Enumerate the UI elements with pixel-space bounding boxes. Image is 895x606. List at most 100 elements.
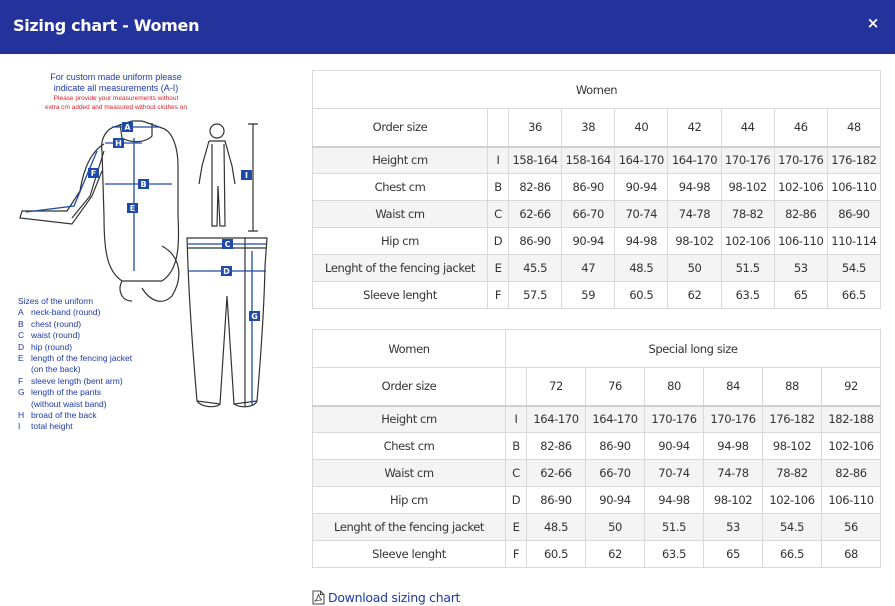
size-header: 46 <box>773 108 828 148</box>
legend-item: Itotal height <box>18 421 132 432</box>
marker-c: C <box>225 240 231 249</box>
modal-title: Sizing chart - Women <box>13 16 200 35</box>
measurement-code: D <box>505 486 527 514</box>
size-value: 82-86 <box>821 459 881 487</box>
marker-f: F <box>91 169 96 178</box>
marker-h: H <box>115 139 122 148</box>
legend-key: F <box>18 375 24 386</box>
size-value: 176-182 <box>826 146 882 174</box>
size-value: 54.5 <box>762 513 822 541</box>
uniform-measurement-illustration: A H F B E I C D G For custom made unifor… <box>12 66 297 436</box>
size-value: 56 <box>821 513 881 541</box>
measurement-label: Sleeve lenght <box>312 281 488 309</box>
size-header: 84 <box>703 367 763 407</box>
code-header <box>505 367 527 407</box>
measurement-label: Height cm <box>312 146 488 174</box>
size-value: 57.5 <box>507 281 563 309</box>
measurement-label: Waist cm <box>312 459 506 487</box>
size-value: 53 <box>773 254 828 282</box>
close-button[interactable]: × <box>865 14 881 32</box>
size-value: 164-170 <box>614 146 669 174</box>
size-value: 164-170 <box>667 146 722 174</box>
size-value: 66-70 <box>585 459 645 487</box>
table-row: Height cm I 164-170 164-170 170-176 170-176 17… <box>312 405 881 433</box>
size-value: 62 <box>585 540 645 568</box>
size-header: 72 <box>526 367 586 407</box>
table-row: Height cm I 158-164 158-164 164-170 164-170 17… <box>312 146 882 174</box>
legend-item: (without waist band) <box>18 399 132 410</box>
size-value: 70-74 <box>614 200 669 228</box>
measurement-code: B <box>505 432 527 460</box>
size-value: 60.5 <box>614 281 669 309</box>
size-value: 182-188 <box>821 405 881 433</box>
legend-text: broad of the back <box>31 410 97 421</box>
table-row: Chest cm B 82-86 86-90 90-94 94-98 98-102 102-1… <box>312 432 881 460</box>
size-value: 98-102 <box>720 173 775 201</box>
size-value: 86-90 <box>507 227 563 255</box>
size-value: 164-170 <box>526 405 586 433</box>
measurement-legend: Sizes of the uniform Aneck-band (round) B… <box>18 296 132 433</box>
size-header: 36 <box>507 108 563 148</box>
size-header: 76 <box>585 367 645 407</box>
size-value: 98-102 <box>762 432 822 460</box>
size-value: 90-94 <box>561 227 616 255</box>
legend-text: hip (round) <box>31 341 73 352</box>
size-value: 68 <box>821 540 881 568</box>
measurement-code: E <box>505 513 527 541</box>
measurement-label: Sleeve lenght <box>312 540 506 568</box>
size-value: 65 <box>773 281 828 309</box>
measurement-code: I <box>505 405 527 433</box>
size-value: 170-176 <box>720 146 775 174</box>
size-value: 82-86 <box>773 200 828 228</box>
size-value: 48.5 <box>526 513 586 541</box>
size-header: 40 <box>614 108 669 148</box>
table-row: Lenght of the fencing jacket E 45.5 47 48.5 5… <box>312 254 882 282</box>
special-long-size-caption: Special long size <box>505 329 881 368</box>
legend-text: total height <box>31 421 73 432</box>
table-caption: Women <box>312 329 506 368</box>
size-value: 66.5 <box>762 540 822 568</box>
measurement-code: C <box>487 200 509 228</box>
table-row: Waist cm C 62-66 66-70 70-74 74-78 78-82 82-86 <box>312 459 881 487</box>
size-value: 158-164 <box>561 146 616 174</box>
size-value: 70-74 <box>644 459 704 487</box>
size-value: 158-164 <box>507 146 563 174</box>
code-header <box>487 108 509 148</box>
table-row: Sleeve lenght F 57.5 59 60.5 62 63.5 65 66.5 <box>312 281 882 309</box>
size-value: 63.5 <box>644 540 704 568</box>
size-value: 50 <box>667 254 722 282</box>
legend-item: Dhip (round) <box>18 342 132 353</box>
size-value: 65 <box>703 540 763 568</box>
legend-text: neck-band (round) <box>31 307 101 318</box>
measurement-label: Hip cm <box>312 486 506 514</box>
size-value: 54.5 <box>826 254 882 282</box>
size-value: 53 <box>703 513 763 541</box>
size-value: 94-98 <box>614 227 669 255</box>
legend-item: Glength of the pants <box>18 387 132 398</box>
legend-text: chest (round) <box>31 318 82 329</box>
size-header: 42 <box>667 108 722 148</box>
size-value: 170-176 <box>644 405 704 433</box>
download-sizing-chart-link[interactable]: Download sizing chart <box>312 590 460 605</box>
size-header: 80 <box>644 367 704 407</box>
size-value: 90-94 <box>644 432 704 460</box>
legend-item: Bchest (round) <box>18 319 132 330</box>
measurement-label: Chest cm <box>312 432 506 460</box>
table-row: Lenght of the fencing jacket E 48.5 50 51.5 5… <box>312 513 881 541</box>
size-value: 98-102 <box>703 486 763 514</box>
measurement-label: Hip cm <box>312 227 488 255</box>
size-value: 102-106 <box>821 432 881 460</box>
size-value: 51.5 <box>644 513 704 541</box>
legend-item: Fsleeve length (bent arm) <box>18 376 132 387</box>
size-value: 98-102 <box>667 227 722 255</box>
legend-item: Cwaist (round) <box>18 330 132 341</box>
order-size-row: Order size 36 38 40 42 44 46 48 <box>312 108 882 148</box>
size-value: 94-98 <box>667 173 722 201</box>
legend-text: length of the fencing jacket <box>31 353 133 364</box>
size-value: 50 <box>585 513 645 541</box>
measurement-code: C <box>505 459 527 487</box>
table-row: Hip cm D 86-90 90-94 94-98 98-102 102-106 106-1… <box>312 486 881 514</box>
legend-key: E <box>18 353 24 364</box>
size-value: 170-176 <box>703 405 763 433</box>
legend-text: length of the pants <box>31 387 101 398</box>
